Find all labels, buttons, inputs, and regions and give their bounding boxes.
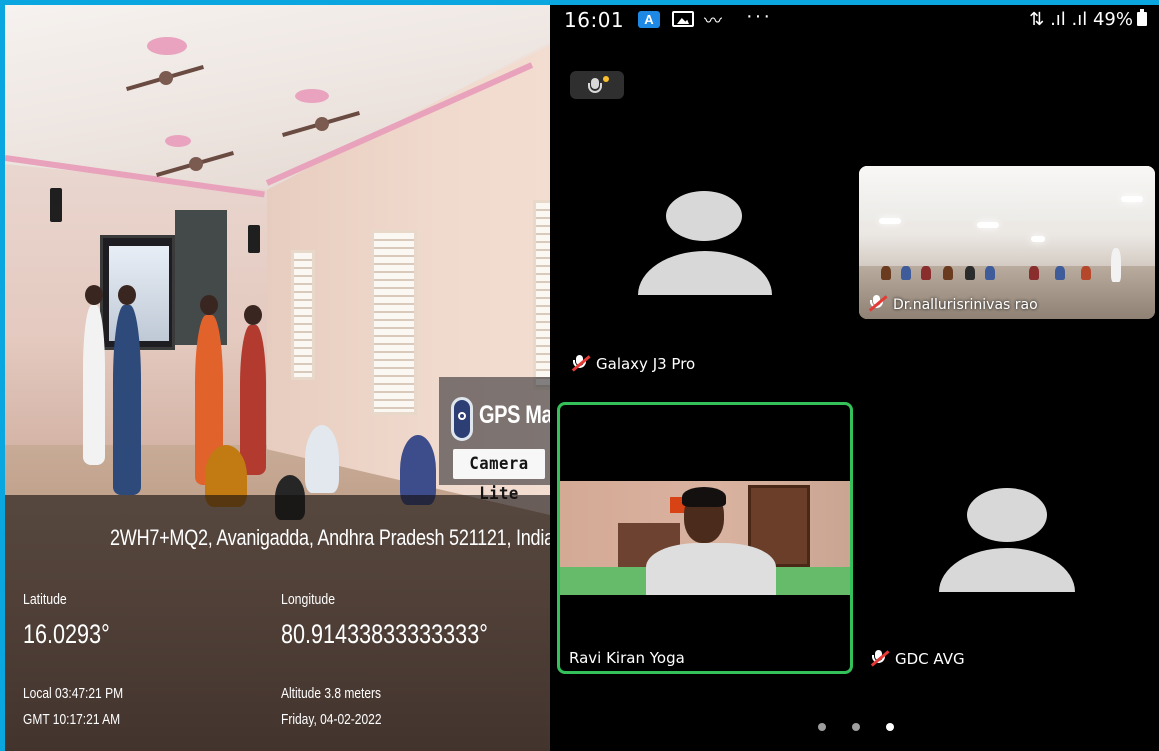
wall-speaker: [50, 188, 62, 222]
participant-tile[interactable]: GDC AVG: [855, 400, 1159, 680]
latitude-value: 16.0293°: [23, 619, 110, 649]
status-right: ⇅ .ıl .ıl 49%: [1029, 9, 1147, 30]
longitude-label: Longitude: [281, 591, 336, 608]
local-time: Local 03:47:21 PM: [23, 685, 124, 702]
person-standing: [240, 305, 266, 475]
ceiling-rose: [147, 37, 187, 55]
gps-map-camera-logo: GPS Map Camera Lite: [439, 377, 550, 504]
muted-mic-icon: [570, 355, 591, 372]
wave-icon: 〰: [704, 11, 722, 31]
gps-logo-title: GPS Map: [479, 401, 550, 429]
gps-pin-icon: [451, 397, 473, 441]
altitude: Altitude 3.8 meters: [281, 685, 382, 702]
person-hair: [682, 487, 726, 507]
longitude-value: 80.91433833333333°: [281, 619, 488, 649]
ceiling-fan: [125, 71, 205, 85]
participant-tile-active-speaker[interactable]: Ravi Kiran Yoga: [557, 402, 853, 674]
page-dot[interactable]: [852, 723, 860, 731]
window: [291, 250, 315, 380]
status-time: 16:01: [564, 8, 625, 32]
avatar-body: [939, 548, 1075, 592]
ceiling-fan: [155, 157, 203, 171]
gmt-time: GMT 10:17:21 AM: [23, 711, 121, 728]
video-call-screen: 16:01 A 〰 ··· ⇅ .ıl .ıl 49% Galaxy J3 Pr…: [550, 5, 1159, 751]
page-dot[interactable]: [818, 723, 826, 731]
battery-percent: 49%: [1092, 9, 1133, 30]
ceiling-fan: [281, 117, 345, 131]
muted-mic-icon: [867, 295, 888, 312]
participant-name: GDC AVG: [869, 650, 965, 668]
ceiling-rose: [165, 135, 191, 147]
gps-info-overlay: 2WH7+MQ2, Avanigadda, Andhra Pradesh 521…: [5, 495, 550, 751]
participant-name: Dr.nallurisrinivas rao: [867, 295, 1038, 313]
page-indicator[interactable]: [818, 723, 898, 733]
avatar-head: [967, 488, 1047, 542]
gps-address: 2WH7+MQ2, Avanigadda, Andhra Pradesh 521…: [110, 525, 550, 550]
hall-ceiling: [859, 166, 1155, 221]
person-torso: [646, 543, 776, 595]
person-standing: [113, 285, 141, 495]
status-bar: 16:01 A 〰 ··· ⇅ .ıl .ıl 49%: [550, 5, 1159, 37]
person-standing: [83, 285, 105, 465]
mic-active-dot: [603, 76, 609, 82]
participant-name: Galaxy J3 Pro: [570, 355, 695, 373]
wall-speaker: [248, 225, 260, 253]
ceiling-rose: [295, 89, 329, 103]
participant-name: Ravi Kiran Yoga: [569, 649, 685, 667]
image-icon: [672, 11, 694, 27]
app-notification-icon: A: [638, 11, 660, 28]
window: [533, 200, 550, 390]
mic-icon: [588, 78, 602, 93]
avatar-head: [666, 191, 742, 241]
gps-logo-subtitle: Camera Lite: [453, 449, 545, 504]
muted-mic-icon: [869, 650, 890, 667]
participant-tile-video[interactable]: Dr.nallurisrinivas rao: [859, 166, 1155, 319]
participant-video: [560, 481, 850, 595]
date: Friday, 04-02-2022: [281, 711, 382, 728]
signal-icon: ⇅ .ıl .ıl: [1029, 9, 1088, 30]
more-notifications-icon: ···: [746, 5, 772, 27]
mic-button[interactable]: [570, 71, 624, 99]
gps-photo: GPS Map Camera Lite 2WH7+MQ2, Avanigadda…: [5, 5, 550, 751]
person-seated: [305, 425, 339, 493]
window: [371, 230, 417, 415]
battery-icon: [1137, 9, 1147, 26]
avatar-body: [638, 251, 772, 295]
page-dot-active[interactable]: [886, 723, 894, 731]
participant-tile[interactable]: Galaxy J3 Pro: [550, 155, 855, 395]
latitude-label: Latitude: [23, 591, 67, 608]
